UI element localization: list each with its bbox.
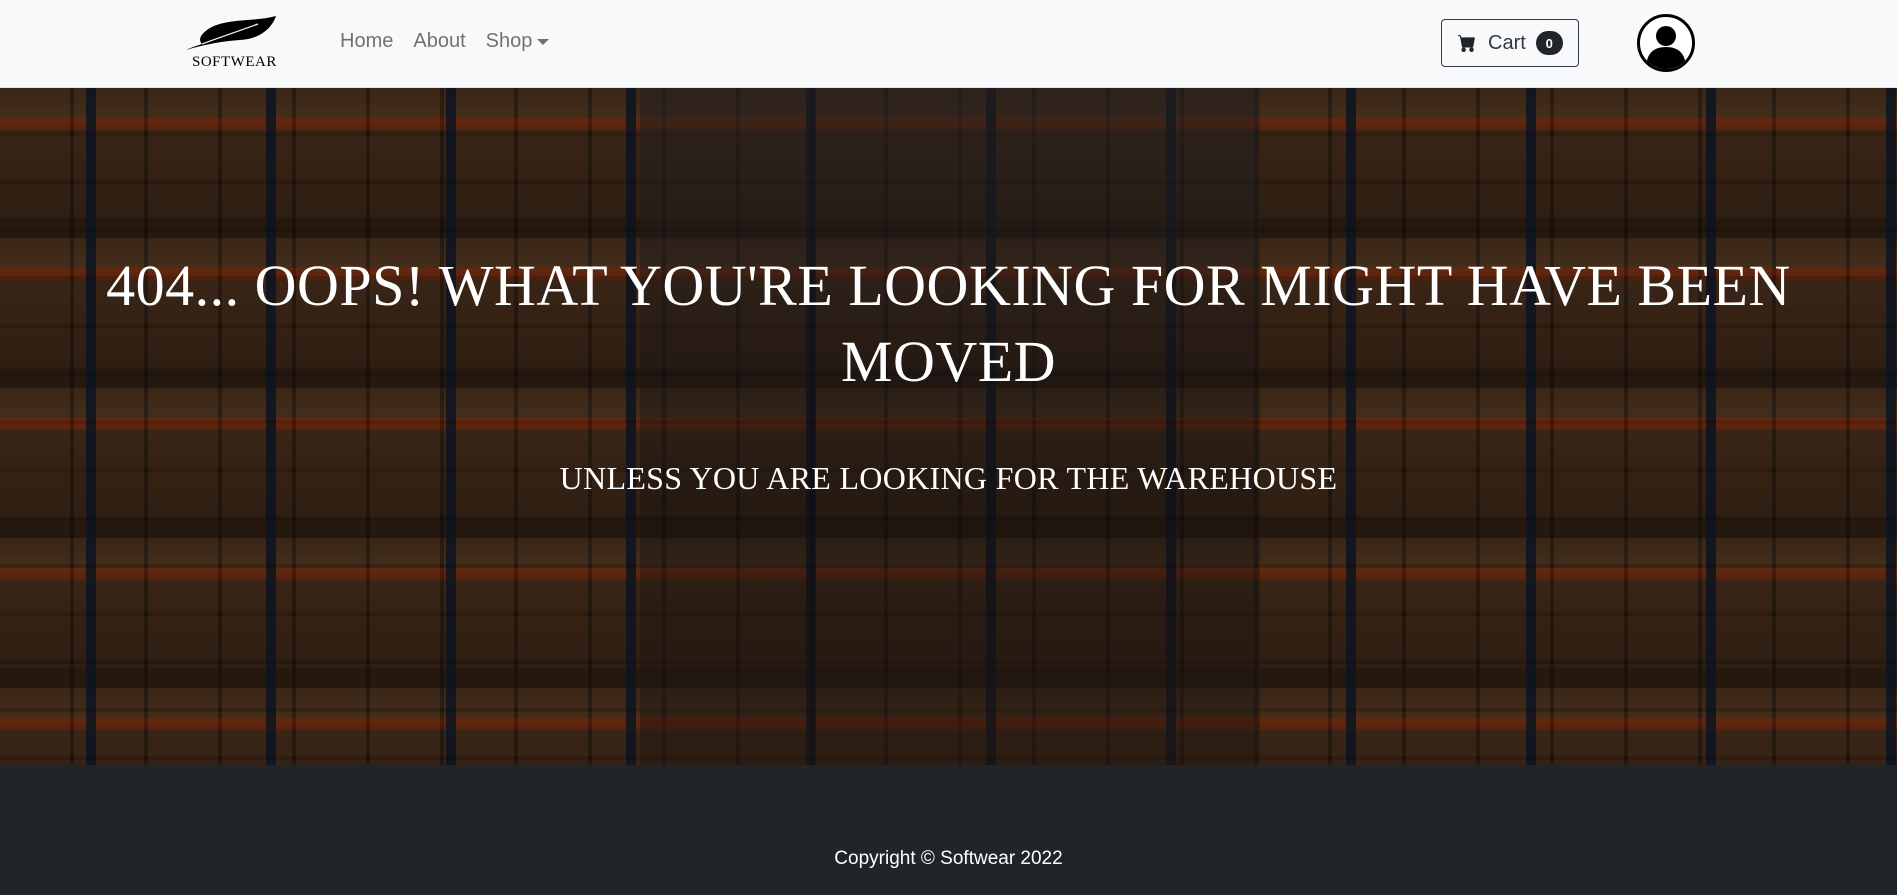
cart-label: Cart: [1488, 31, 1526, 54]
cart-count-badge: 0: [1535, 31, 1563, 55]
copyright-text: Copyright © Softwear 2022: [834, 848, 1063, 869]
nav-link-shop-label: Shop: [485, 30, 533, 52]
footer: Copyright © Softwear 2022: [0, 765, 1897, 895]
error-subheading: UNLESS YOU ARE LOOKING FOR THE WAREHOUSE: [559, 460, 1338, 496]
user-avatar-icon: [1646, 26, 1686, 69]
user-avatar-button[interactable]: [1637, 14, 1695, 72]
cart-button[interactable]: Cart 0: [1441, 19, 1579, 67]
cart-icon: [1458, 35, 1475, 52]
nav-link-about[interactable]: About: [413, 30, 465, 53]
error-heading: 404... OOPS! WHAT YOU'RE LOOKING FOR MIG…: [106, 253, 1791, 394]
leaf-icon: [186, 16, 276, 50]
nav-link-home[interactable]: Home: [340, 30, 393, 53]
brand-name: SOFTWEAR: [192, 54, 277, 70]
nav-link-shop-dropdown[interactable]: Shop: [486, 30, 550, 53]
caret-down-icon: [537, 38, 550, 45]
hero-section: 404... OOPS! WHAT YOU'RE LOOKING FOR MIG…: [0, 88, 1897, 765]
navbar: SOFTWEAR Home About Shop Cart 0: [0, 0, 1897, 88]
brand-logo-link[interactable]: SOFTWEAR: [184, 12, 288, 76]
hero-dark-overlay: [0, 88, 1897, 765]
nav-links: Home About Shop: [340, 30, 550, 53]
